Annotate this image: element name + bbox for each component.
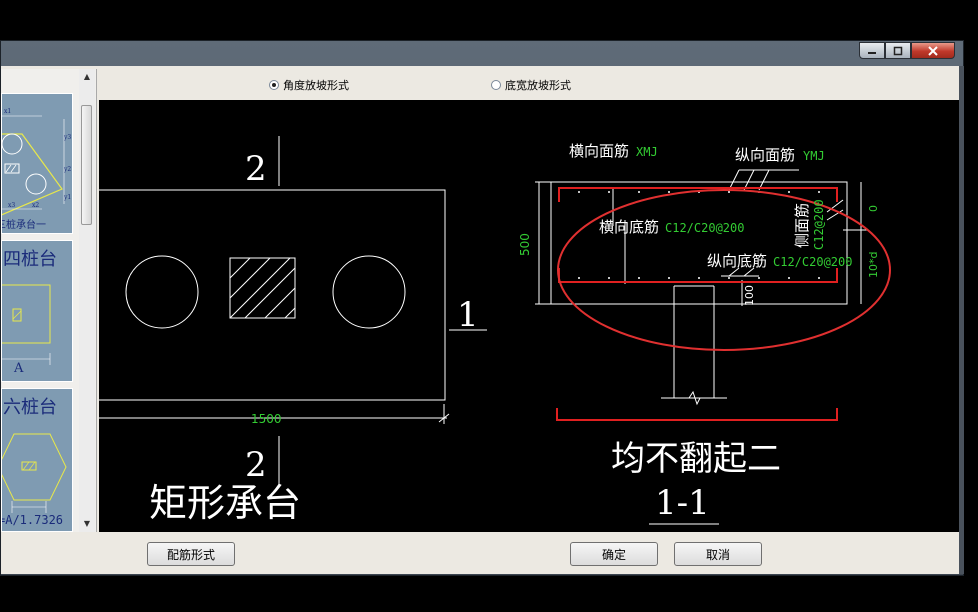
height-dim: 500 (518, 233, 532, 256)
window-controls (859, 42, 955, 59)
pile-left (125, 255, 199, 329)
radio-unselected-icon[interactable] (491, 80, 501, 90)
dim-100: 100 (743, 285, 756, 306)
plan-outline (99, 189, 446, 401)
dim-y1: y1 (64, 194, 72, 201)
radio-angle-slope-label: 角度放坡形式 (283, 79, 349, 92)
close-glyph (928, 45, 938, 56)
section-mark-bottom: 2 (245, 445, 267, 485)
dim-x1: x1 (4, 108, 12, 115)
radio-selected-icon[interactable] (269, 80, 279, 90)
rebar-form-button[interactable]: 配筋形式 (147, 542, 235, 566)
plan-width-dim: 1500 (251, 412, 282, 426)
pile-right (332, 255, 406, 329)
plan-title: 矩形承台 (149, 481, 301, 525)
slope-option-group: 角度放坡形式 底宽放坡形式 (97, 68, 957, 98)
dim-a: A (14, 361, 24, 376)
annotation-ellipse (557, 189, 891, 351)
code-horizontal-bottom: C12/C20@200 (665, 221, 744, 235)
formula: =A/1.7326 (1, 513, 64, 527)
title-bar[interactable] (1, 41, 963, 65)
bottom-rebar (558, 268, 838, 283)
code-side: C12@200 (812, 199, 826, 250)
plan-view (99, 136, 487, 484)
six-pile-drawing (2, 433, 67, 513)
cad-preview-canvas: 2 2 1 1500 矩形承台 横向面筋 XMJ 纵向面筋 YMJ 横向底筋 C… (99, 100, 959, 532)
code-horizontal-top: XMJ (636, 145, 658, 159)
section-note: 均不翻起二 (611, 439, 781, 479)
dialog-client: x1 y3 y2 y1 x3 x2 三桩承台一 四桩台 A 六桩台 =A/1.7… (1, 66, 959, 574)
cad-drawing: 2 2 1 1500 矩形承台 横向面筋 XMJ 纵向面筋 YMJ 横向底筋 C… (99, 136, 891, 525)
thumbnail-three-pile[interactable]: x1 y3 y2 y1 x3 x2 三桩承台一 (1, 93, 73, 234)
minimize-icon[interactable] (859, 42, 885, 59)
thumbnail-four-pile[interactable]: 四桩台 A (1, 240, 73, 382)
dim-10d: 10*d (867, 252, 880, 278)
dim-0: 0 (867, 205, 880, 212)
code-longitudinal-bottom: C12/C20@200 (773, 255, 852, 269)
radio-angle-slope[interactable]: 角度放坡形式 (269, 77, 349, 93)
dim-x3: x3 (8, 202, 16, 209)
label-longitudinal-top: 纵向面筋 (735, 146, 795, 164)
scroll-down-icon[interactable]: ▼ (79, 516, 95, 532)
cancel-button[interactable]: 取消 (674, 542, 762, 566)
ok-button[interactable]: 确定 (570, 542, 658, 566)
cushion-rebar (556, 408, 838, 421)
dim-y3: y3 (64, 134, 72, 141)
thumbnail-six-pile[interactable]: 六桩台 =A/1.7326 (1, 388, 73, 532)
four-pile-drawing (2, 284, 51, 365)
maximize-icon[interactable] (885, 42, 911, 59)
label-longitudinal-bottom: 纵向底筋 (707, 252, 767, 270)
dim-x2: x2 (32, 202, 40, 209)
maximize-glyph (893, 46, 903, 55)
minimize-glyph (868, 51, 876, 54)
radio-width-slope[interactable]: 底宽放坡形式 (491, 77, 571, 93)
section-mark-right: 1 (457, 295, 479, 335)
app-window: x1 y3 y2 y1 x3 x2 三桩承台一 四桩台 A 六桩台 =A/1.7… (0, 40, 964, 576)
dim-y2: y2 (64, 166, 72, 173)
window-edge (959, 66, 964, 574)
template-list-scrollbar[interactable]: ▲ ▼ (79, 69, 95, 532)
label-side: 侧面筋 (793, 203, 811, 248)
label-horizontal-bottom: 横向底筋 (599, 218, 659, 236)
close-icon[interactable] (911, 42, 955, 59)
code-longitudinal-top: YMJ (803, 149, 825, 163)
three-pile-drawing (2, 115, 65, 216)
scroll-up-icon[interactable]: ▲ (79, 69, 95, 85)
scroll-thumb[interactable] (81, 105, 92, 225)
section-title: 1-1 (655, 483, 710, 523)
template-list[interactable]: x1 y3 y2 y1 x3 x2 三桩承台一 四桩台 A 六桩台 =A/1.7… (1, 69, 97, 532)
radio-width-slope-label: 底宽放坡形式 (505, 79, 571, 92)
section-mark-top: 2 (245, 149, 267, 189)
label-horizontal-top: 横向面筋 (569, 142, 629, 160)
column-hatch (229, 257, 296, 319)
dialog-button-bar: 配筋形式 确定 取消 (1, 536, 959, 574)
thumbnail-label: 三桩承台一 (1, 220, 46, 231)
